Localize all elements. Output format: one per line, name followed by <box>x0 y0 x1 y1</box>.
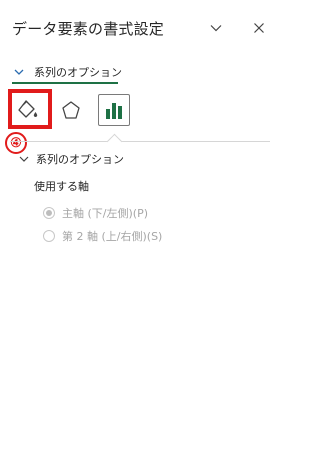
chevron-down-icon <box>19 156 29 162</box>
primary-axis-radio-row[interactable]: 主軸 (下/左側)(P) <box>43 205 148 221</box>
close-icon <box>254 23 264 33</box>
task-pane-options-button[interactable] <box>206 18 226 38</box>
series-options-tab[interactable] <box>98 94 130 126</box>
primary-axis-radio[interactable] <box>43 207 55 219</box>
series-options-tab-label: 系列のオプション <box>34 66 122 79</box>
bar-chart-icon <box>106 103 122 119</box>
effects-tab[interactable] <box>55 94 87 126</box>
pane-title: データ要素の書式設定 <box>12 20 165 38</box>
primary-axis-label: 主軸 (下/左側)(P) <box>62 207 149 220</box>
chevron-down-icon <box>14 69 24 75</box>
secondary-axis-radio-row[interactable]: 第 2 軸 (上/右側)(S) <box>43 228 162 244</box>
pane-header: データ要素の書式設定 <box>0 0 281 56</box>
close-button[interactable] <box>249 18 269 38</box>
chevron-down-icon <box>210 25 222 32</box>
secondary-axis-radio[interactable] <box>43 230 55 242</box>
active-tab-underline <box>12 82 118 84</box>
series-options-section-header[interactable]: 系列のオプション <box>18 151 124 167</box>
section-divider <box>10 141 270 142</box>
series-options-dropdown[interactable]: 系列のオプション <box>12 60 122 84</box>
axis-label: 使用する軸 <box>34 180 89 193</box>
secondary-axis-label: 第 2 軸 (上/右側)(S) <box>62 230 163 243</box>
annotation-highlight-box <box>8 89 52 129</box>
pentagon-icon <box>62 101 80 119</box>
section-title: 系列のオプション <box>36 153 124 166</box>
selected-tab-pointer <box>106 133 123 150</box>
